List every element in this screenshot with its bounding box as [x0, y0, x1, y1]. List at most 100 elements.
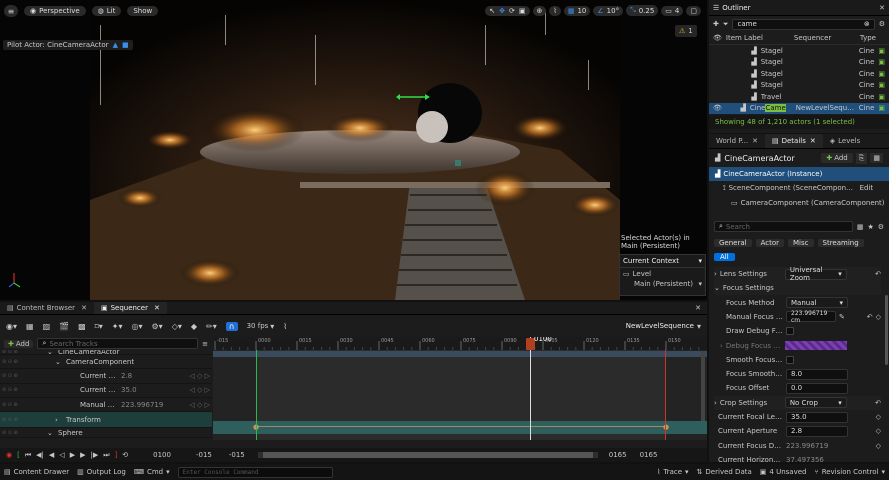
- expand-icon[interactable]: ⌄: [55, 358, 63, 366]
- world-icon[interactable]: ◉▾: [6, 322, 17, 331]
- snap-icon[interactable]: ∩: [225, 321, 238, 331]
- keyframe-icon[interactable]: ◇: [876, 442, 881, 450]
- blueprint-add-icon[interactable]: ▦: [870, 153, 883, 163]
- angle-snap-button[interactable]: ∠ 10°: [593, 5, 624, 16]
- collapse-icon[interactable]: ›: [714, 399, 717, 407]
- end-marker[interactable]: [665, 350, 666, 440]
- chevron-down-icon[interactable]: ▾: [698, 257, 702, 265]
- keyframe-nav-icon[interactable]: ◁ ◇ ▷: [189, 386, 210, 394]
- eject-icon[interactable]: ▲: [113, 41, 118, 49]
- manual-focus-input[interactable]: 223.996719 cm: [786, 310, 836, 324]
- outliner-row[interactable]: ▟ Stagel Cine ▣: [709, 80, 889, 92]
- scale-icon[interactable]: ▣: [519, 7, 526, 15]
- timeline-area[interactable]: -015 0000 0015 0030 0045 0060 0075 0090 0105 0120…: [213, 337, 707, 440]
- select-icon[interactable]: ↖: [489, 7, 495, 15]
- track-row[interactable]: ⊘ ⊙ ⊛ ⌄ Sphere: [0, 428, 212, 439]
- move-icon[interactable]: ✥: [499, 7, 505, 15]
- favorite-icon[interactable]: ★: [867, 223, 873, 231]
- chevron-down-icon[interactable]: ▾: [698, 280, 702, 288]
- edit-link[interactable]: Edit: [860, 184, 874, 192]
- eyedropper-icon[interactable]: ✎: [839, 313, 845, 321]
- track-state-icon[interactable]: ⊘ ⊙ ⊛: [2, 430, 44, 436]
- film-icon[interactable]: 🎬: [59, 322, 69, 331]
- rotate-icon[interactable]: ⟳: [509, 7, 515, 15]
- blueprint-icon[interactable]: ⎘: [855, 152, 868, 164]
- cmd-dropdown[interactable]: ⌨ Cmd ▾: [134, 468, 170, 476]
- go-start-icon[interactable]: ⏮: [25, 451, 31, 460]
- outliner-row[interactable]: ▟ Stagel Cine ▣: [709, 57, 889, 69]
- hamburger-icon[interactable]: ≡: [4, 5, 18, 17]
- focus-smoothing-input[interactable]: 8.0: [786, 368, 848, 380]
- reset-icon[interactable]: ↶: [867, 313, 873, 321]
- filter-actor[interactable]: Actor: [755, 238, 785, 247]
- grid-snap-button[interactable]: ▦ 10: [563, 5, 591, 16]
- go-start-icon[interactable]: [: [17, 451, 20, 459]
- close-icon[interactable]: ✕: [695, 304, 701, 312]
- record-icon[interactable]: ◉: [6, 451, 12, 459]
- track-row[interactable]: ⊘ ⊙ ⊛ ⌄ CameraComponent: [0, 355, 212, 370]
- outliner-row[interactable]: ▟ Stagel Cine ▣: [709, 45, 889, 57]
- track-row[interactable]: ⊘ ⊙ ⊛ Current Foc 35.0 ◁ ◇ ▷: [0, 384, 212, 398]
- filter-misc[interactable]: Misc: [788, 238, 814, 247]
- start-marker[interactable]: [256, 350, 257, 440]
- content-drawer-button[interactable]: ▤ Content Drawer: [4, 468, 69, 476]
- keyframe-nav-icon[interactable]: ◁ ◇ ▷: [189, 401, 210, 409]
- key-icon[interactable]: ◇▾: [172, 322, 182, 331]
- track-state-icon[interactable]: ⊘ ⊙ ⊛: [2, 387, 44, 393]
- column-sequencer[interactable]: Sequencer: [794, 34, 856, 42]
- expand-icon[interactable]: ›: [720, 342, 723, 350]
- focus-offset-input[interactable]: 0.0: [786, 382, 848, 394]
- reset-icon[interactable]: ↶: [875, 270, 881, 278]
- view-end[interactable]: 0165: [640, 451, 658, 459]
- playback-icon[interactable]: ⚙▾: [152, 322, 163, 331]
- track-value[interactable]: 35.0: [121, 386, 171, 394]
- keyframe-icon[interactable]: ◇: [876, 313, 881, 321]
- play-icon[interactable]: ▶: [70, 451, 75, 459]
- brush-icon[interactable]: ✏▾: [206, 322, 217, 331]
- save-icon[interactable]: ▦: [26, 322, 34, 331]
- track-row[interactable]: ⊘ ⊙ ⊛ Manual Foc 223.996719 ◁ ◇ ▷: [0, 398, 212, 413]
- tab-world-partition[interactable]: World P... ✕: [709, 134, 765, 148]
- camera-component-row[interactable]: ▭ CameraComponent (CameraComponent): [709, 196, 889, 210]
- column-item-label[interactable]: Item Label: [726, 34, 790, 42]
- add-icon[interactable]: ✚: [713, 20, 719, 28]
- wand-icon[interactable]: ✦▾: [112, 322, 123, 331]
- settings-icon[interactable]: ⚙: [879, 20, 885, 28]
- working-start[interactable]: -015: [229, 451, 245, 459]
- reset-icon[interactable]: ↶: [875, 399, 881, 407]
- column-type[interactable]: Type: [860, 34, 876, 42]
- track-state-icon[interactable]: ⊘ ⊙ ⊛: [2, 402, 44, 408]
- visibility-icon[interactable]: 👁: [713, 34, 722, 42]
- current-frame[interactable]: 0100: [153, 451, 171, 459]
- filter-icon[interactable]: ≡: [202, 340, 208, 348]
- aperture-input[interactable]: 2.8: [786, 425, 848, 437]
- curve-editor-icon[interactable]: ⌇: [283, 322, 287, 331]
- expand-icon[interactable]: ⌄: [714, 284, 720, 292]
- expand-icon[interactable]: ›: [55, 416, 63, 424]
- zoom-thumb[interactable]: [262, 452, 593, 458]
- scale-snap-button[interactable]: ⤡ 0.25: [626, 5, 659, 16]
- surface-snap-icon[interactable]: ⌇: [549, 5, 561, 16]
- prev-key-icon[interactable]: ◀|: [36, 451, 44, 459]
- tab-sequencer[interactable]: ▣ Sequencer ✕: [93, 302, 167, 314]
- zoom-scrollbar[interactable]: [257, 452, 598, 458]
- keyframe-icon[interactable]: ◇: [876, 427, 881, 435]
- outliner-row[interactable]: ▟ Travel Cine ▣: [709, 91, 889, 103]
- time-ruler[interactable]: -015 0000 0015 0030 0045 0060 0075 0090 0105 0120…: [213, 337, 707, 350]
- track-state-icon[interactable]: ⊘ ⊙ ⊛: [2, 417, 44, 423]
- unsaved-button[interactable]: ▣ 4 Unsaved: [760, 468, 807, 476]
- debug-color-swatch[interactable]: [784, 341, 847, 351]
- close-icon[interactable]: ✕: [154, 304, 160, 312]
- playhead-line[interactable]: [530, 337, 531, 440]
- collapse-icon[interactable]: ›: [714, 270, 717, 278]
- component-instance-row[interactable]: ▟ CineCameraActor (Instance): [709, 167, 889, 182]
- timeline-scrollbar[interactable]: [701, 351, 705, 421]
- close-icon[interactable]: ✕: [752, 137, 758, 145]
- draw-debug-checkbox[interactable]: [786, 327, 794, 336]
- smooth-focus-checkbox[interactable]: [786, 355, 794, 364]
- crop-dropdown[interactable]: No Crop ▾: [784, 397, 847, 409]
- close-icon[interactable]: ✕: [810, 137, 816, 145]
- outliner-row[interactable]: ▟ Stagel Cine ▣: [709, 68, 889, 80]
- lens-dropdown[interactable]: Universal Zoom ▾: [784, 266, 847, 282]
- filter-streaming[interactable]: Streaming: [817, 238, 864, 247]
